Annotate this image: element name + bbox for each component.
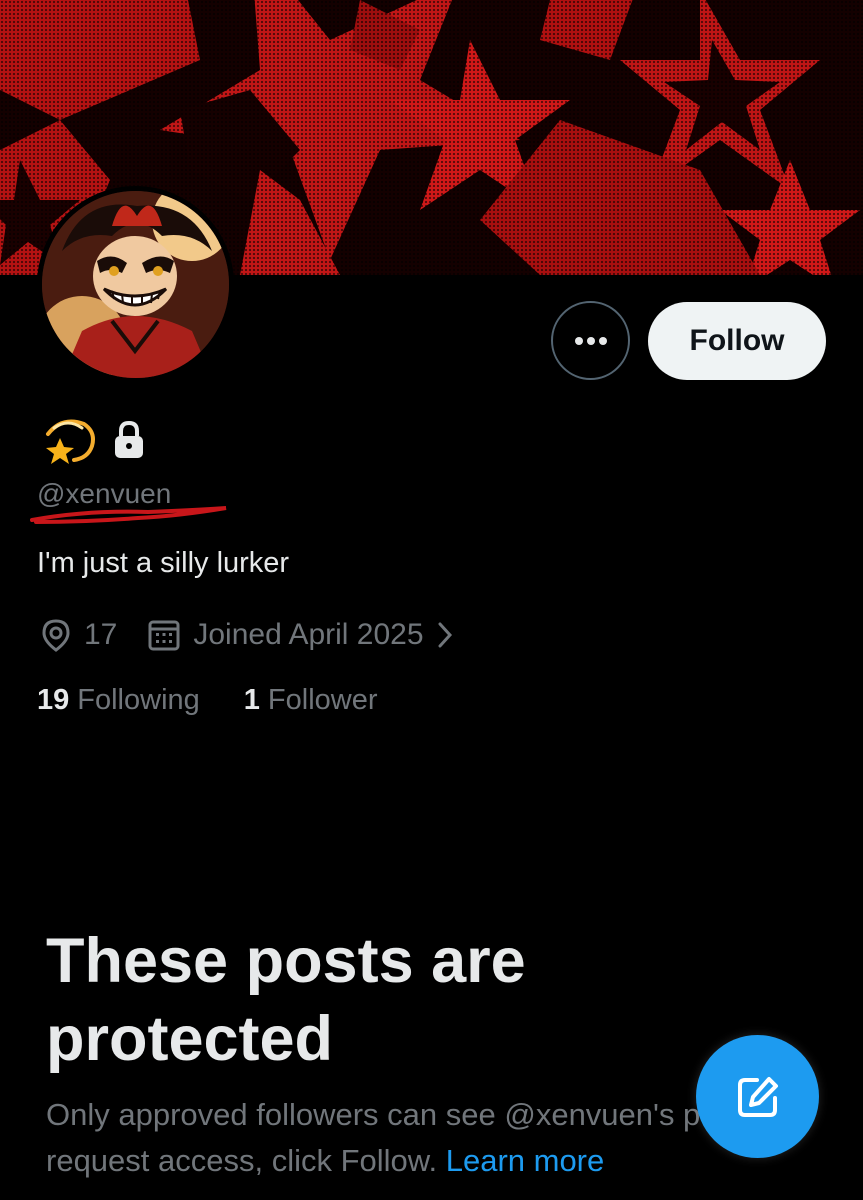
protected-posts-title: These posts are protected [46, 926, 526, 1074]
more-options-button[interactable] [551, 301, 630, 380]
followers-label: Follower [267, 684, 378, 716]
follow-button[interactable]: Follow [648, 302, 826, 380]
location: 17 [40, 618, 117, 652]
profile-meta: 17 Joined April 2025 [40, 613, 454, 657]
joined-text: Joined April 2025 [193, 618, 424, 651]
profile-bio: I'm just a silly lurker [37, 547, 290, 579]
followers-count: 1 [243, 684, 260, 716]
location-text: 17 [84, 618, 118, 651]
following-link[interactable]: 19 Following [37, 684, 200, 717]
location-pin-icon [42, 619, 70, 652]
followers-link[interactable]: 1 Follower [244, 684, 378, 717]
lock-icon [115, 420, 143, 458]
joined-date[interactable]: Joined April 2025 [147, 618, 453, 652]
display-name [40, 414, 146, 466]
following-count: 19 [37, 684, 70, 716]
protected-description-text: Only approved followers can see @xenvuen… [46, 1097, 807, 1178]
compose-icon [737, 1076, 778, 1117]
profile-avatar[interactable] [37, 186, 234, 383]
following-label: Following [77, 684, 200, 716]
shooting-star-emoji [46, 419, 95, 464]
learn-more-link[interactable]: Learn more [446, 1143, 605, 1178]
compose-post-button[interactable] [696, 1035, 819, 1158]
calendar-icon [148, 620, 180, 651]
follow-stats: 19 Following 1 Follower [37, 684, 378, 717]
chevron-right-icon [438, 622, 452, 648]
more-icon [574, 336, 607, 345]
avatar-image [42, 191, 229, 378]
red-underline-annotation [30, 506, 227, 524]
